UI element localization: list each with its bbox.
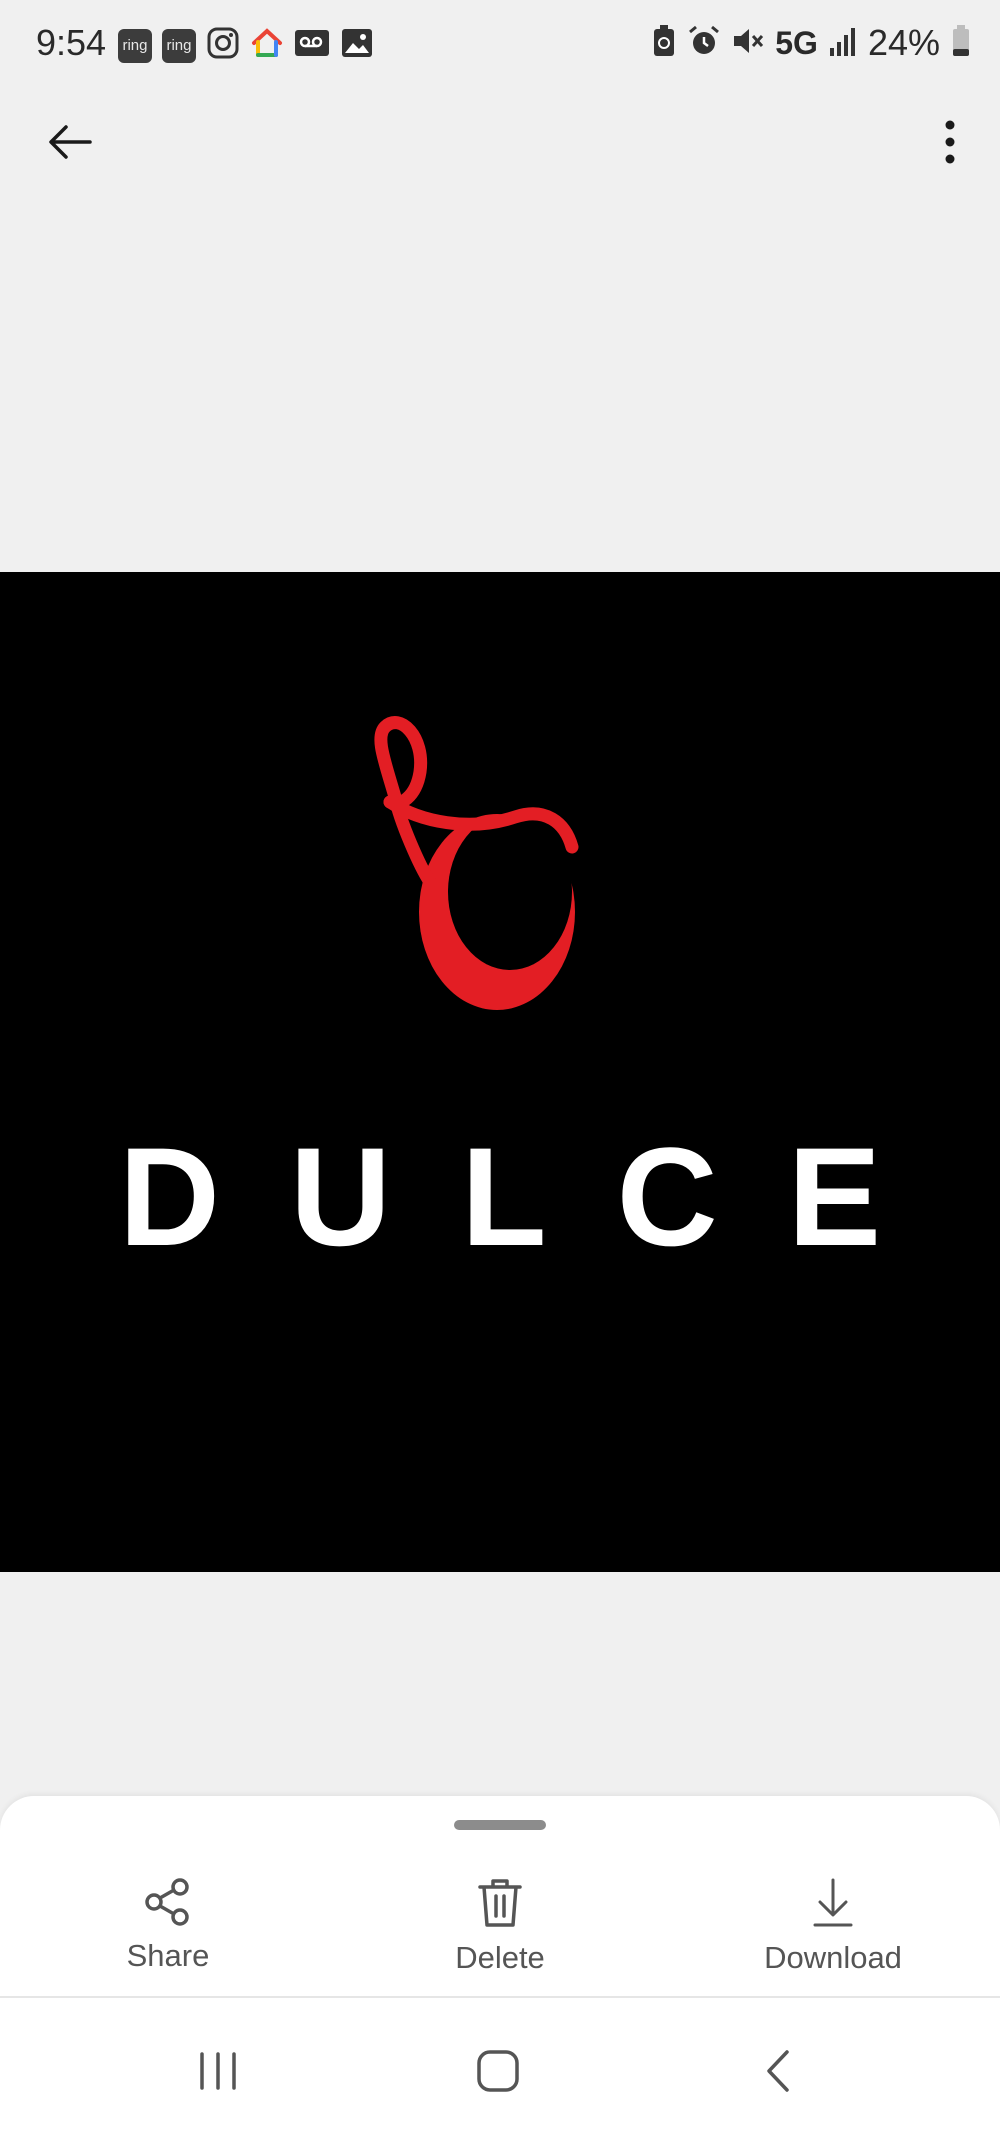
ring-icon: ring bbox=[162, 28, 196, 63]
mute-icon bbox=[731, 24, 765, 63]
share-button[interactable]: Share bbox=[68, 1876, 268, 1986]
google-home-icon bbox=[250, 26, 284, 65]
network-label: 5G bbox=[775, 24, 818, 61]
image-viewer[interactable]: DULCE bbox=[0, 572, 1000, 1572]
battery-saver-icon bbox=[651, 24, 677, 63]
notification-icons: ring ring bbox=[118, 26, 374, 65]
share-icon bbox=[145, 1878, 189, 1926]
delete-label: Delete bbox=[455, 1940, 545, 1975]
sheet-drag-handle[interactable] bbox=[454, 1820, 546, 1830]
home-button[interactable] bbox=[458, 2036, 538, 2106]
arrow-left-icon bbox=[49, 125, 92, 159]
delete-button[interactable]: Delete bbox=[400, 1876, 600, 1986]
trash-icon bbox=[478, 1879, 522, 1927]
battery-percent: 24% bbox=[867, 22, 940, 63]
home-icon bbox=[477, 2050, 519, 2092]
action-sheet: Share Delete Download bbox=[0, 1796, 1000, 1996]
status-time: 9:54 bbox=[36, 22, 107, 63]
instagram-icon bbox=[206, 26, 240, 65]
download-button[interactable]: Download bbox=[733, 1876, 933, 1986]
voicemail-icon bbox=[294, 26, 330, 65]
ring-icon: ring bbox=[118, 28, 152, 63]
status-bar: 9:54 ring ring 5G 24% bbox=[0, 0, 1000, 90]
recents-icon bbox=[200, 2052, 236, 2090]
share-label: Share bbox=[126, 1938, 210, 1973]
download-label: Download bbox=[764, 1940, 902, 1975]
more-vertical-icon bbox=[945, 120, 955, 164]
gallery-icon bbox=[340, 26, 374, 65]
battery-icon bbox=[950, 24, 972, 63]
back-button[interactable] bbox=[40, 116, 100, 168]
dulce-logo-mark bbox=[374, 716, 579, 1010]
navigation-bar bbox=[0, 1998, 1000, 2144]
nav-back-button[interactable] bbox=[738, 2036, 818, 2106]
download-icon bbox=[813, 1878, 853, 1927]
signal-icon bbox=[828, 24, 858, 63]
alarm-icon bbox=[687, 24, 721, 63]
brand-name-text: DULCE bbox=[118, 1118, 952, 1275]
recents-button[interactable] bbox=[178, 2036, 258, 2106]
system-icons: 5G 24% bbox=[651, 22, 972, 64]
more-options-button[interactable] bbox=[930, 116, 970, 168]
back-icon bbox=[767, 2050, 789, 2092]
top-app-bar bbox=[0, 100, 1000, 184]
